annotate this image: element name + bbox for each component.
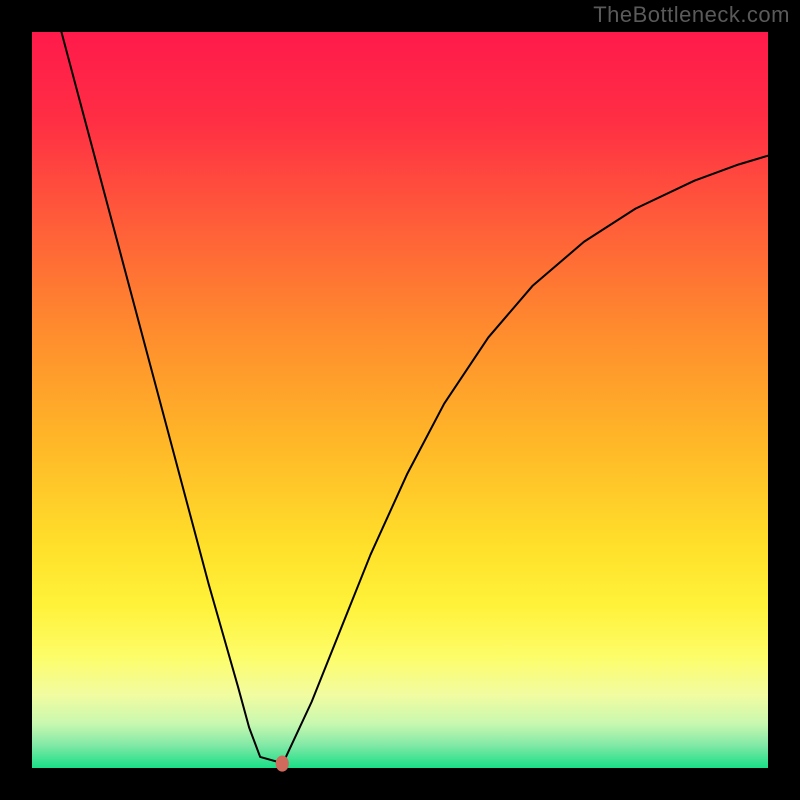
bottleneck-chart (0, 0, 800, 800)
optimum-marker (276, 755, 289, 771)
plot-background (32, 32, 768, 768)
chart-container: TheBottleneck.com (0, 0, 800, 800)
watermark-text: TheBottleneck.com (593, 2, 790, 28)
